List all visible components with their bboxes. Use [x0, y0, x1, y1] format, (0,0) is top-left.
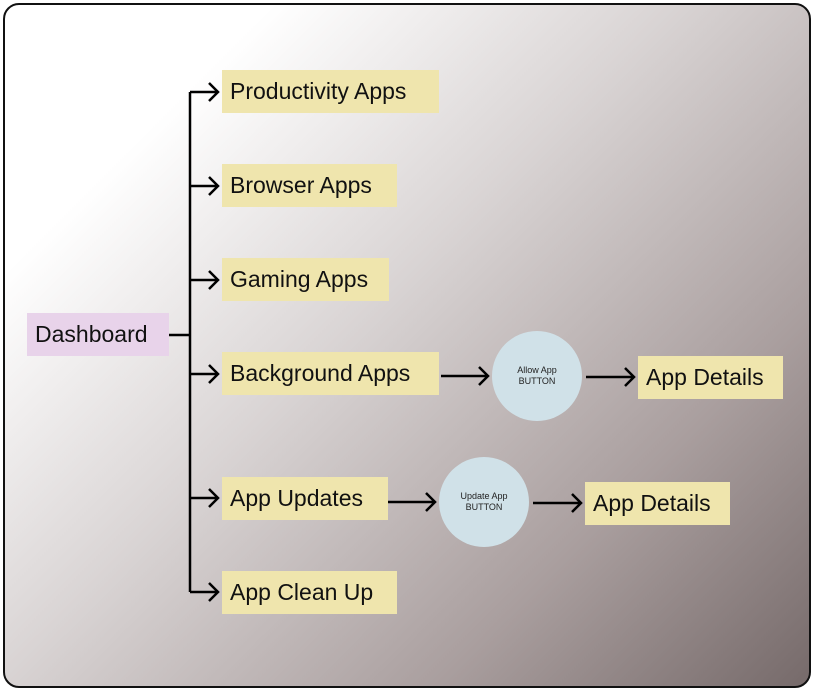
arrow-updates-to-update [388, 492, 437, 512]
app-clean-up-node: App Clean Up [222, 571, 397, 614]
allow-app-label: Allow App [517, 365, 557, 375]
arrow-cleanup [190, 582, 220, 602]
arrow-allow-to-details [586, 367, 636, 387]
app-details-node-2: App Details [585, 482, 730, 525]
gaming-apps-node: Gaming Apps [222, 258, 389, 301]
update-app-sublabel: BUTTON [465, 502, 503, 512]
productivity-apps-node: Productivity Apps [222, 70, 439, 113]
trunk-line [169, 92, 192, 592]
background-apps-node: Background Apps [222, 352, 439, 395]
allow-app-button-node: Allow App BUTTON [492, 331, 582, 421]
dashboard-node: Dashboard [27, 313, 169, 356]
arrow-browser [190, 176, 220, 196]
arrow-updates [190, 488, 220, 508]
browser-apps-node: Browser Apps [222, 164, 397, 207]
app-details-node-1: App Details [638, 356, 783, 399]
arrow-gaming [190, 270, 220, 290]
arrow-background-to-allow [441, 366, 490, 386]
allow-app-sublabel: BUTTON [518, 376, 556, 386]
arrow-productivity [190, 82, 220, 102]
update-app-label: Update App [460, 491, 508, 501]
app-updates-node: App Updates [222, 477, 388, 520]
arrow-background [190, 364, 220, 384]
update-app-button-node: Update App BUTTON [439, 457, 529, 547]
arrow-update-to-details [533, 493, 583, 513]
